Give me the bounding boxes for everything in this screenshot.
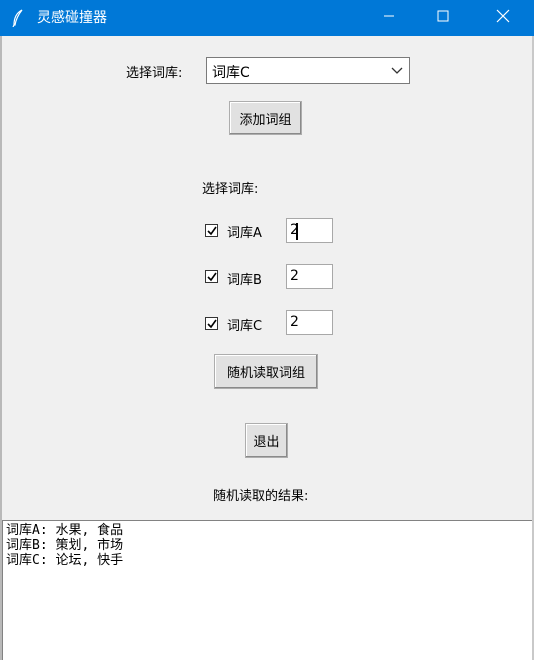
result-label: 随机读取的结果: xyxy=(213,489,309,504)
result-text-area[interactable]: 词库A: 水果, 食品 词库B: 策划, 市场 词库C: 论坛, 快手 xyxy=(2,520,532,660)
choose-libraries-label: 选择词库: xyxy=(202,182,259,197)
close-icon xyxy=(496,9,510,27)
feather-icon xyxy=(10,9,26,28)
result-line: 词库C: 论坛, 快手 xyxy=(6,553,124,568)
result-line: 词库B: 策划, 市场 xyxy=(6,538,124,553)
library-b-count-input[interactable]: 2 xyxy=(286,264,333,289)
maximize-button[interactable] xyxy=(414,0,472,36)
minimize-button[interactable] xyxy=(360,0,418,36)
library-a-checkbox[interactable] xyxy=(205,224,218,237)
add-phrase-button[interactable]: 添加词组 xyxy=(229,101,302,135)
window-title: 灵感碰撞器 xyxy=(37,10,107,26)
library-combobox-value: 词库C xyxy=(212,65,250,81)
library-select-label: 选择词库: xyxy=(126,66,183,81)
library-c-count-input[interactable]: 2 xyxy=(286,310,333,335)
library-c-checkbox[interactable] xyxy=(205,317,218,330)
library-combobox[interactable]: 词库C xyxy=(206,57,410,84)
library-b-checkbox[interactable] xyxy=(205,270,218,283)
minimize-icon xyxy=(383,10,395,26)
library-a-count-input[interactable]: 2 xyxy=(286,218,333,243)
random-read-button[interactable]: 随机读取词组 xyxy=(214,354,318,389)
text-caret xyxy=(296,223,298,240)
library-c-label: 词库C xyxy=(227,319,263,334)
chevron-down-icon[interactable] xyxy=(391,64,403,80)
library-a-label: 词库A xyxy=(227,226,262,241)
result-line: 词库A: 水果, 食品 xyxy=(6,523,124,538)
library-b-count-value: 2 xyxy=(290,268,299,284)
exit-button[interactable]: 退出 xyxy=(245,423,288,458)
title-bar: 灵感碰撞器 xyxy=(0,0,534,36)
close-button[interactable] xyxy=(474,0,532,36)
library-c-count-value: 2 xyxy=(290,314,299,330)
maximize-icon xyxy=(437,10,449,26)
library-b-label: 词库B xyxy=(227,273,262,288)
